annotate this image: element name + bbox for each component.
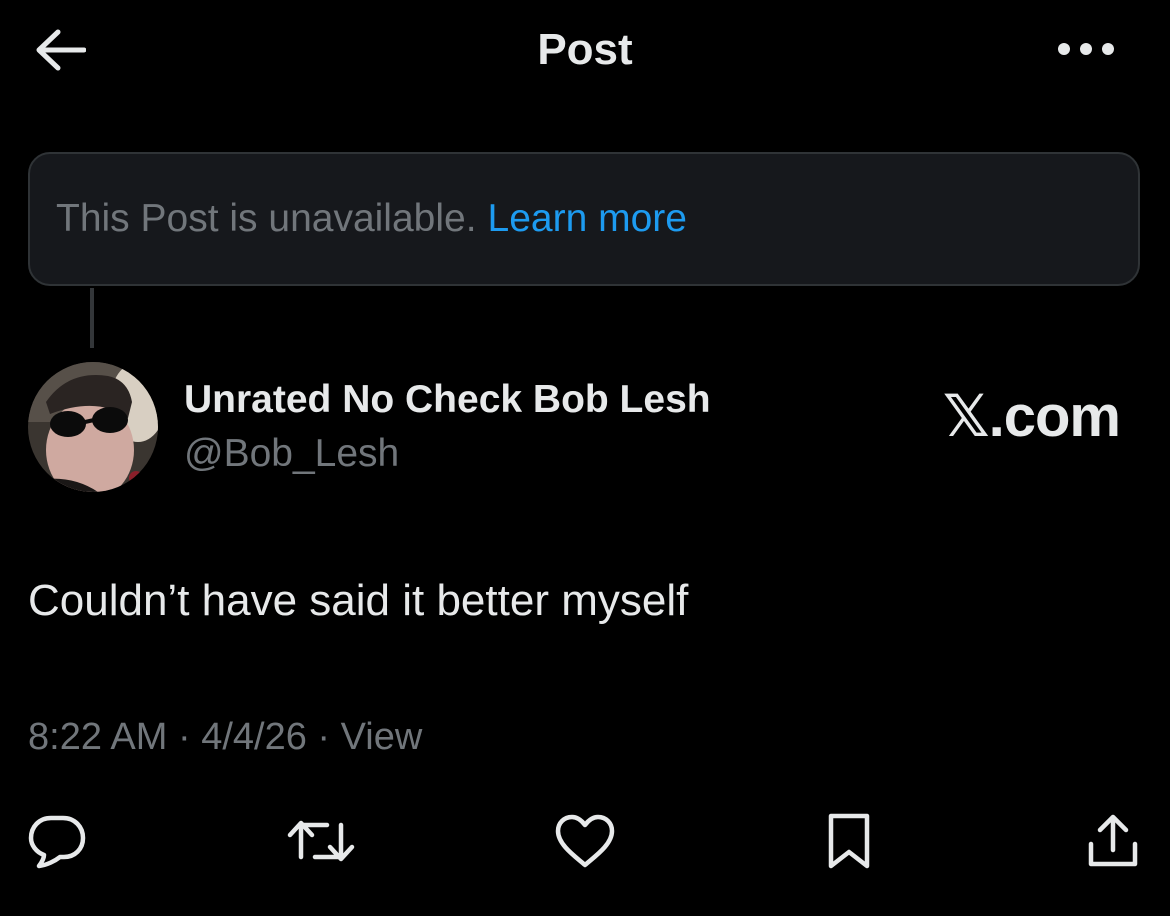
post-text: Couldn’t have said it better myself (28, 576, 689, 625)
user-avatar (28, 362, 158, 492)
like-button[interactable] (550, 806, 620, 876)
repost-button[interactable] (286, 806, 356, 876)
post-actions-bar (0, 806, 1170, 876)
author-handle[interactable]: @Bob_Lesh (184, 432, 399, 476)
bookmark-button[interactable] (814, 806, 884, 876)
learn-more-link[interactable]: Learn more (488, 197, 687, 241)
unavailable-post-notice: This Post is unavailable. Learn more (28, 152, 1140, 286)
author-display-name[interactable]: Unrated No Check Bob Lesh (184, 378, 711, 422)
post-time: 8:22 AM (28, 716, 168, 758)
bookmark-icon (828, 813, 870, 869)
avatar[interactable] (28, 362, 158, 492)
meta-separator: · (306, 716, 341, 758)
thread-connector-line (90, 288, 94, 348)
unavailable-text: This Post is unavailable. (56, 197, 477, 240)
like-icon (555, 814, 615, 868)
more-horizontal-icon (1058, 43, 1114, 55)
repost-icon (287, 820, 355, 862)
post-date: 4/4/26 (201, 716, 307, 758)
meta-separator: · (167, 716, 202, 758)
page-title: Post (537, 25, 633, 74)
share-icon (1088, 814, 1138, 867)
x-com-watermark: 𝕏.com (942, 384, 1121, 449)
top-bar: Post (0, 0, 1170, 100)
view-link[interactable]: View (341, 716, 423, 758)
reply-button[interactable] (22, 806, 92, 876)
reply-icon (28, 815, 86, 869)
more-options-button[interactable] (1050, 24, 1122, 74)
share-button[interactable] (1078, 806, 1148, 876)
post-meta: 8:22 AM · 4/4/26 · View (28, 716, 422, 759)
